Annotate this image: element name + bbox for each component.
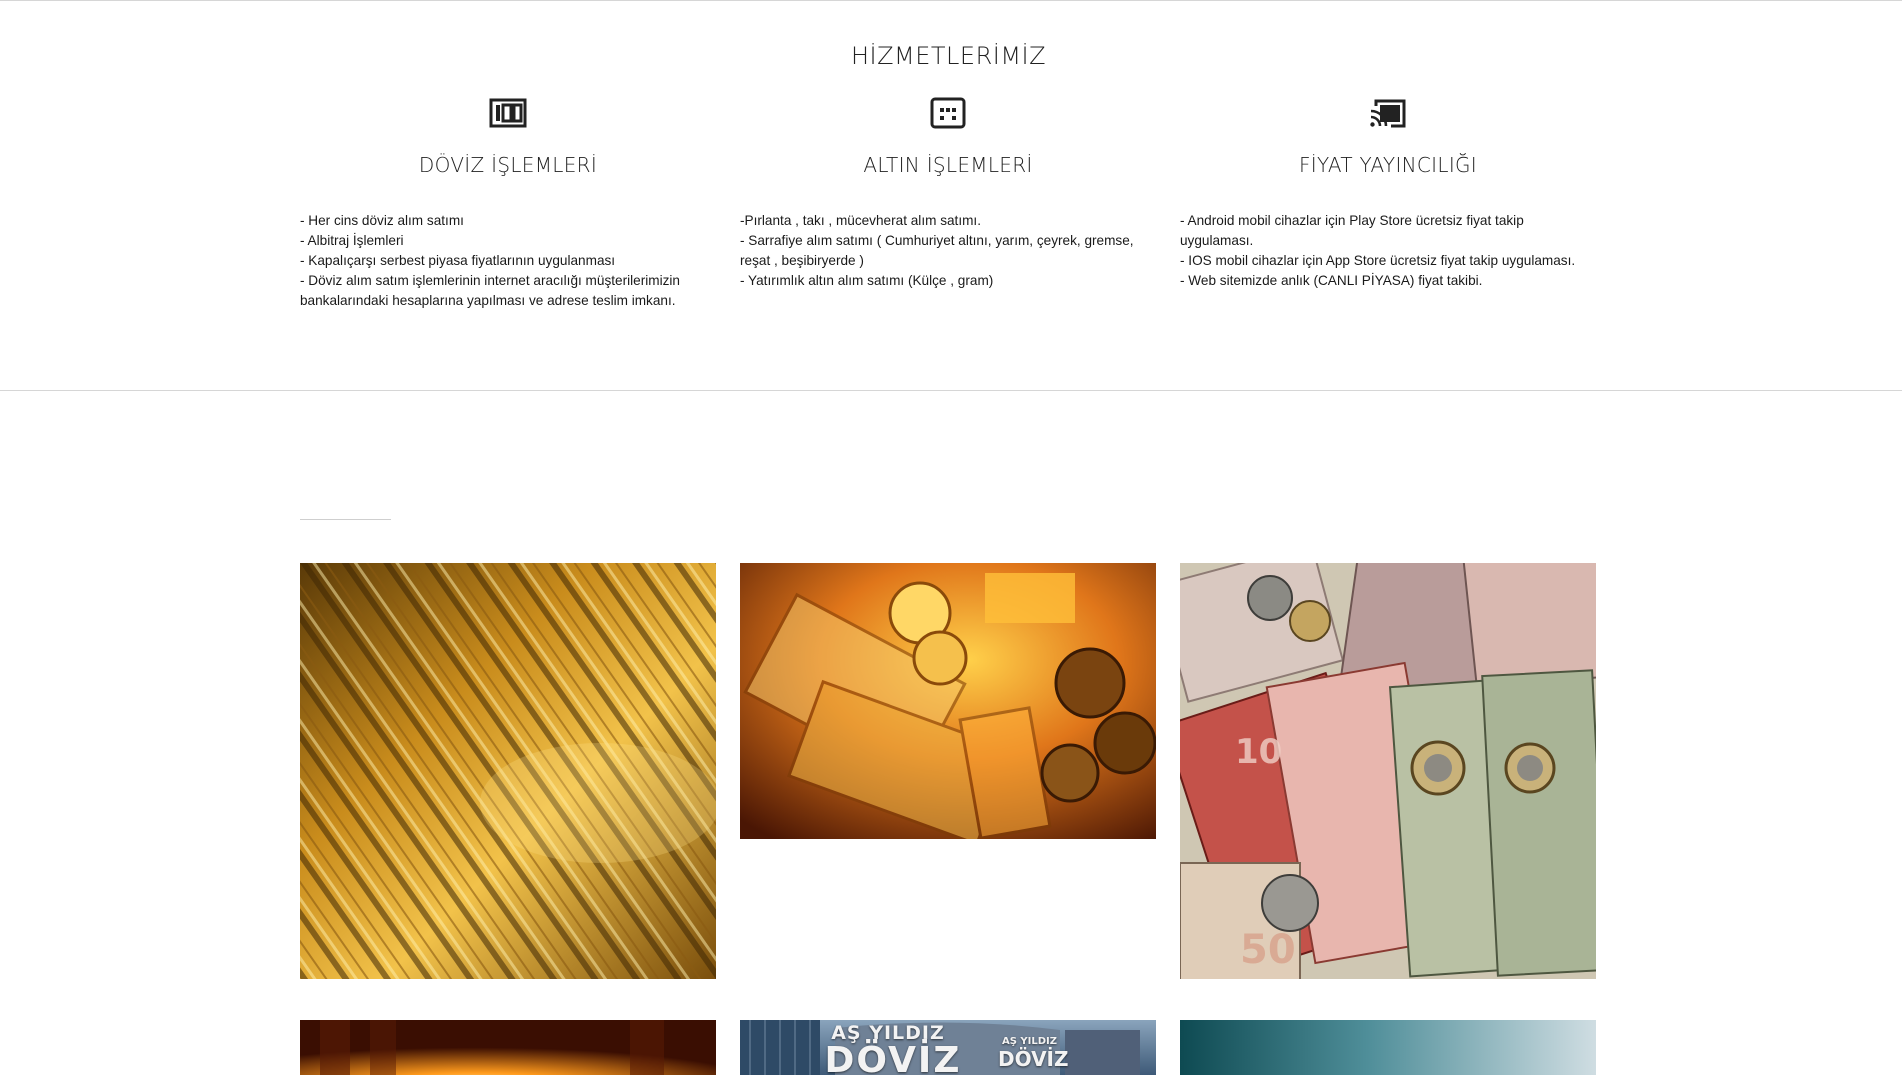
section-divider: [0, 390, 1902, 391]
svg-text:50: 50: [1240, 927, 1296, 973]
sign-small-line-2: DÖVİZ: [998, 1047, 1069, 1071]
service-line: - Albitraj İşlemleri: [300, 233, 404, 248]
service-line: - Sarrafiye alım satımı ( Cumhuriyet alt…: [740, 233, 1134, 268]
service-gold: ALTIN İŞLEMLERİ -Pırlanta , takı , mücev…: [740, 95, 1156, 291]
service-broadcast: FİYAT YAYINCILIĞI - Android mobil cihazl…: [1180, 95, 1596, 291]
service-line: - IOS mobil cihazlar için App Store ücre…: [1180, 253, 1576, 268]
blue-abstract-photo[interactable]: [1180, 1020, 1596, 1075]
service-line: - Yatırımlık altın alım satımı (Külçe , …: [740, 273, 994, 288]
gold-bangles-photo[interactable]: [300, 563, 716, 979]
service-list: - Android mobil cihazlar için Play Store…: [1180, 211, 1596, 291]
service-line: -Pırlanta , takı , mücevherat alım satım…: [740, 213, 981, 228]
mixed-currency-photo[interactable]: 50 10: [1180, 563, 1596, 979]
service-list: -Pırlanta , takı , mücevherat alım satım…: [740, 211, 1156, 291]
gallery-rule: [300, 519, 391, 520]
top-border: [0, 0, 1902, 1]
service-currency: DÖVİZ İŞLEMLERİ - Her cins döviz alım sa…: [300, 95, 716, 311]
storefront-sign-photo[interactable]: AŞ YILDIZ DÖVİZ AŞ YILDIZ DÖVİZ: [740, 1020, 1156, 1075]
dots-box-icon: [928, 95, 968, 131]
service-title: FİYAT YAYINCILIĞI: [1298, 153, 1478, 177]
gold-and-banknotes-photo[interactable]: [740, 563, 1156, 839]
service-list: - Her cins döviz alım satımı - Albitraj …: [300, 211, 716, 311]
molten-gold-photo[interactable]: [300, 1020, 716, 1075]
service-line: - Kapalıçarşı serbest piyasa fiyatlarını…: [300, 253, 616, 268]
service-line: - Döviz alım satım işlemlerinin internet…: [300, 273, 680, 308]
service-title: ALTIN İŞLEMLERİ: [863, 153, 1033, 177]
hundred-icon: [488, 95, 528, 131]
cast-icon: [1368, 95, 1408, 131]
service-line: - Her cins döviz alım satımı: [300, 213, 464, 228]
sign-small-line-1: AŞ YILDIZ: [1002, 1036, 1058, 1047]
service-line: - Android mobil cihazlar için Play Store…: [1180, 213, 1524, 248]
service-line: - Web sitemizde anlık (CANLI PİYASA) fiy…: [1180, 273, 1483, 288]
svg-text:10: 10: [1235, 732, 1282, 772]
service-title: DÖVİZ İŞLEMLERİ: [418, 153, 598, 177]
services-heading: HİZMETLERİMİZ: [850, 42, 1047, 70]
page: HİZMETLERİMİZ DÖVİZ İŞLEMLERİ - Her cins…: [0, 0, 1902, 1075]
